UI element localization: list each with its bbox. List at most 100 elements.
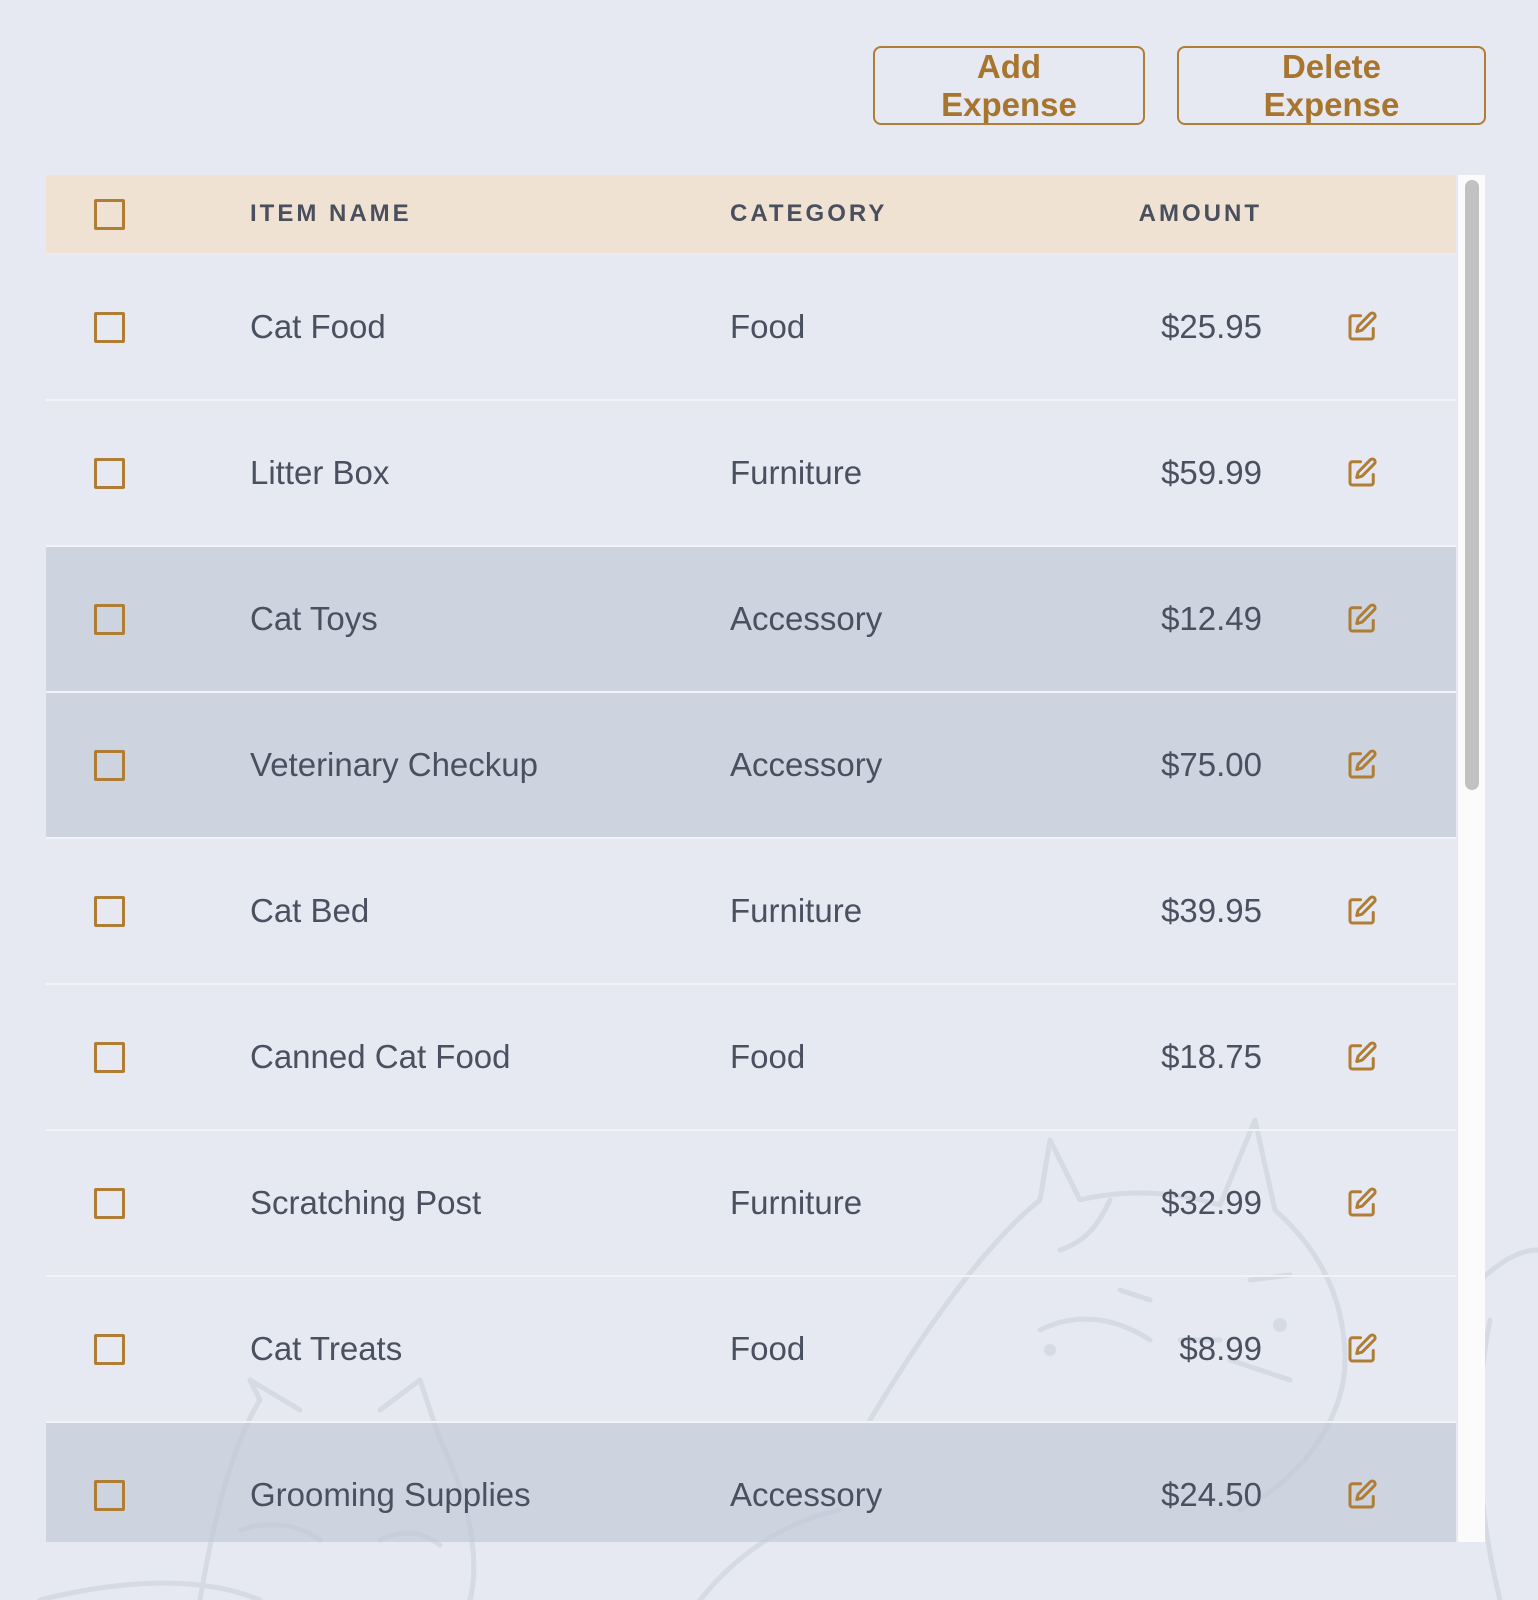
item-name-cell: Cat Toys: [250, 547, 378, 691]
table-row[interactable]: Cat Toys Accessory $12.49: [46, 547, 1456, 693]
edit-cell: [1342, 1423, 1382, 1542]
edit-icon[interactable]: [1344, 1039, 1380, 1075]
item-name-cell: Canned Cat Food: [250, 985, 511, 1129]
amount-cell: $24.50: [1046, 1423, 1262, 1542]
edit-icon[interactable]: [1344, 1185, 1380, 1221]
table-header-row: ITEM NAME CATEGORY AMOUNT: [46, 175, 1456, 255]
amount: $59.99: [1161, 454, 1262, 491]
table-row[interactable]: Veterinary Checkup Accessory $75.00: [46, 693, 1456, 839]
table-row[interactable]: Cat Treats Food $8.99: [46, 1277, 1456, 1423]
edit-cell: [1342, 985, 1382, 1129]
edit-cell: [1342, 401, 1382, 545]
edit-cell: [1342, 839, 1382, 983]
table-row[interactable]: Scratching Post Furniture $32.99: [46, 1131, 1456, 1277]
item-name: Cat Treats: [250, 1330, 403, 1367]
amount-cell: $25.95: [1046, 255, 1262, 399]
category-cell: Accessory: [730, 547, 882, 691]
item-name: Scratching Post: [250, 1184, 482, 1221]
edit-cell: [1342, 255, 1382, 399]
table-row[interactable]: Litter Box Furniture $59.99: [46, 401, 1456, 547]
category-cell: Accessory: [730, 1423, 882, 1542]
category: Food: [730, 1330, 806, 1367]
category-cell: Furniture: [730, 1131, 862, 1275]
amount-cell: $75.00: [1046, 693, 1262, 837]
edit-cell: [1342, 693, 1382, 837]
edit-icon[interactable]: [1344, 601, 1380, 637]
row-select-cell: [94, 1131, 128, 1275]
amount-cell: $32.99: [1046, 1131, 1262, 1275]
edit-icon[interactable]: [1344, 1331, 1380, 1367]
row-select-cell: [94, 985, 128, 1129]
category: Furniture: [730, 892, 863, 929]
category-cell: Furniture: [730, 401, 862, 545]
edit-icon[interactable]: [1344, 455, 1380, 491]
row-checkbox[interactable]: [94, 457, 125, 489]
amount: $32.99: [1161, 1184, 1262, 1221]
item-name-cell: Cat Treats: [250, 1277, 402, 1421]
item-name-cell: Cat Bed: [250, 839, 369, 983]
item-name-cell: Cat Food: [250, 255, 386, 399]
category-cell: Accessory: [730, 693, 882, 837]
table-row[interactable]: Grooming Supplies Accessory $24.50: [46, 1423, 1456, 1542]
row-checkbox[interactable]: [94, 1479, 125, 1511]
amount: $25.95: [1161, 308, 1262, 345]
amount: $12.49: [1161, 600, 1262, 637]
category: Accessory: [730, 746, 883, 783]
scrollbar-thumb[interactable]: [1465, 180, 1479, 790]
item-name: Grooming Supplies: [250, 1476, 531, 1513]
item-name: Cat Toys: [250, 600, 378, 637]
edit-cell: [1342, 547, 1382, 691]
row-select-cell: [94, 255, 128, 399]
edit-icon[interactable]: [1344, 747, 1380, 783]
row-checkbox[interactable]: [94, 749, 125, 781]
item-name-cell: Scratching Post: [250, 1131, 481, 1275]
row-checkbox[interactable]: [94, 1187, 125, 1219]
item-name-cell: Litter Box: [250, 401, 389, 545]
edit-cell: [1342, 1131, 1382, 1275]
amount: $39.95: [1161, 892, 1262, 929]
row-select-cell: [94, 1277, 128, 1421]
expense-table: ITEM NAME CATEGORY AMOUNT Cat Food Food …: [46, 175, 1485, 1542]
amount: $18.75: [1161, 1038, 1262, 1075]
category-cell: Food: [730, 1277, 805, 1421]
header-item-name[interactable]: ITEM NAME: [250, 175, 412, 253]
item-name: Canned Cat Food: [250, 1038, 511, 1075]
item-name: Litter Box: [250, 454, 390, 491]
expense-grid: ITEM NAME CATEGORY AMOUNT Cat Food Food …: [46, 175, 1456, 1542]
amount-cell: $12.49: [1046, 547, 1262, 691]
header-category[interactable]: CATEGORY: [730, 175, 887, 253]
category-cell: Food: [730, 255, 805, 399]
row-select-cell: [94, 839, 128, 983]
table-row[interactable]: Canned Cat Food Food $18.75: [46, 985, 1456, 1131]
edit-cell: [1342, 1277, 1382, 1421]
table-row[interactable]: Cat Food Food $25.95: [46, 255, 1456, 401]
category: Accessory: [730, 1476, 883, 1513]
amount-cell: $39.95: [1046, 839, 1262, 983]
select-all-cell: [94, 175, 128, 253]
row-checkbox[interactable]: [94, 311, 125, 343]
amount: $24.50: [1161, 1476, 1262, 1513]
amount: $8.99: [1179, 1330, 1262, 1367]
category-cell: Furniture: [730, 839, 862, 983]
category-cell: Food: [730, 985, 805, 1129]
delete-expense-button[interactable]: Delete Expense: [1177, 46, 1486, 125]
category: Accessory: [730, 600, 883, 637]
amount-cell: $18.75: [1046, 985, 1262, 1129]
row-checkbox[interactable]: [94, 1333, 125, 1365]
table-body: Cat Food Food $25.95 Litter Box Furnitur…: [46, 255, 1456, 1542]
add-expense-button[interactable]: Add Expense: [873, 46, 1145, 125]
row-checkbox[interactable]: [94, 1041, 125, 1073]
row-checkbox[interactable]: [94, 603, 125, 635]
edit-icon[interactable]: [1344, 893, 1380, 929]
select-all-checkbox[interactable]: [94, 198, 125, 230]
row-select-cell: [94, 693, 128, 837]
category: Food: [730, 308, 806, 345]
category: Furniture: [730, 454, 863, 491]
row-checkbox[interactable]: [94, 895, 125, 927]
row-select-cell: [94, 401, 128, 545]
row-select-cell: [94, 1423, 128, 1542]
edit-icon[interactable]: [1344, 309, 1380, 345]
table-row[interactable]: Cat Bed Furniture $39.95: [46, 839, 1456, 985]
header-amount[interactable]: AMOUNT: [1046, 175, 1262, 253]
edit-icon[interactable]: [1344, 1477, 1380, 1513]
